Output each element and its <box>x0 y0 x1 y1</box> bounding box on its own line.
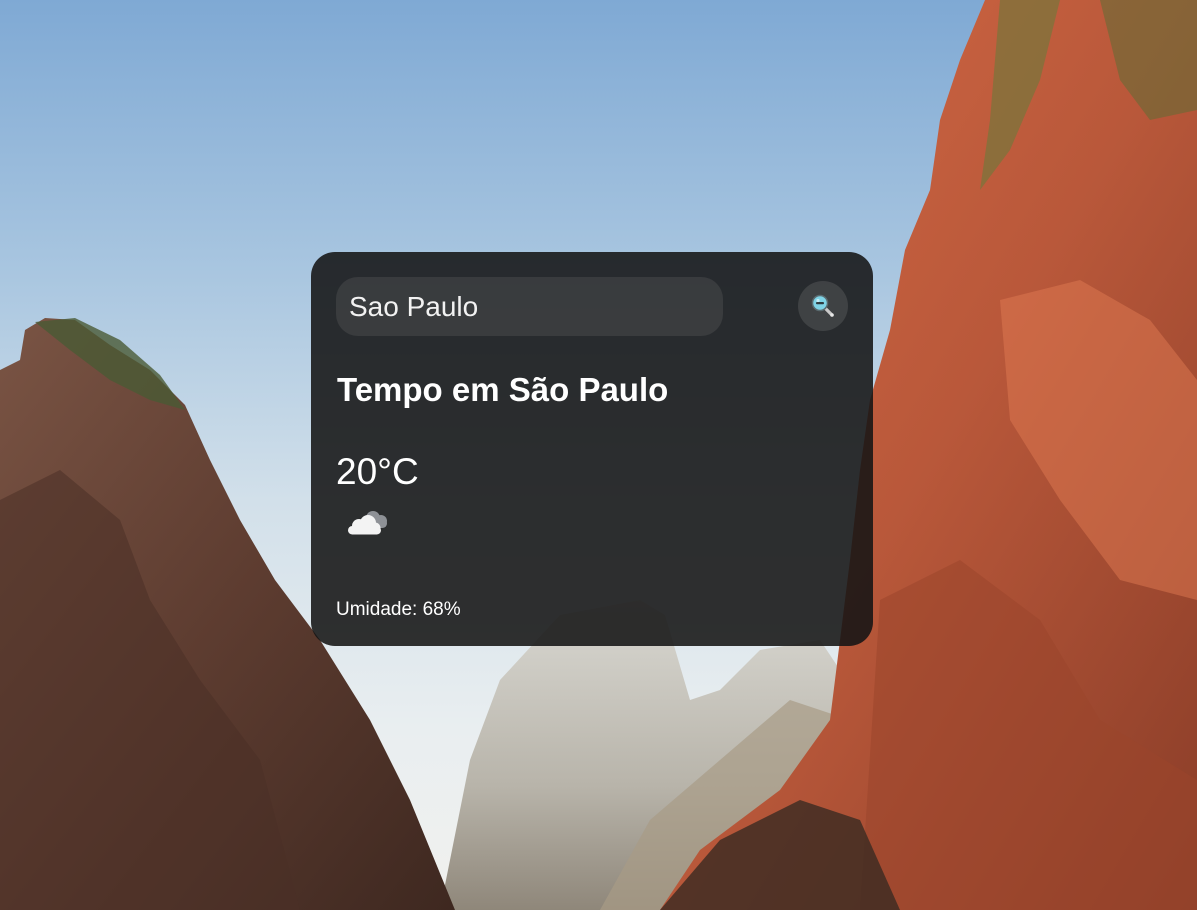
location-title: Tempo em São Paulo <box>337 371 669 408</box>
weather-card: Tempo em São Paulo 20°C Umidade: 68% <box>311 252 873 646</box>
temperature-value: 20°C <box>336 451 419 492</box>
humidity-text: Umidade: 68% <box>336 599 461 620</box>
city-search-input[interactable] <box>336 277 723 336</box>
cloudy-icon <box>348 511 387 535</box>
magnifier-icon <box>811 294 834 317</box>
search-button[interactable] <box>798 281 848 331</box>
